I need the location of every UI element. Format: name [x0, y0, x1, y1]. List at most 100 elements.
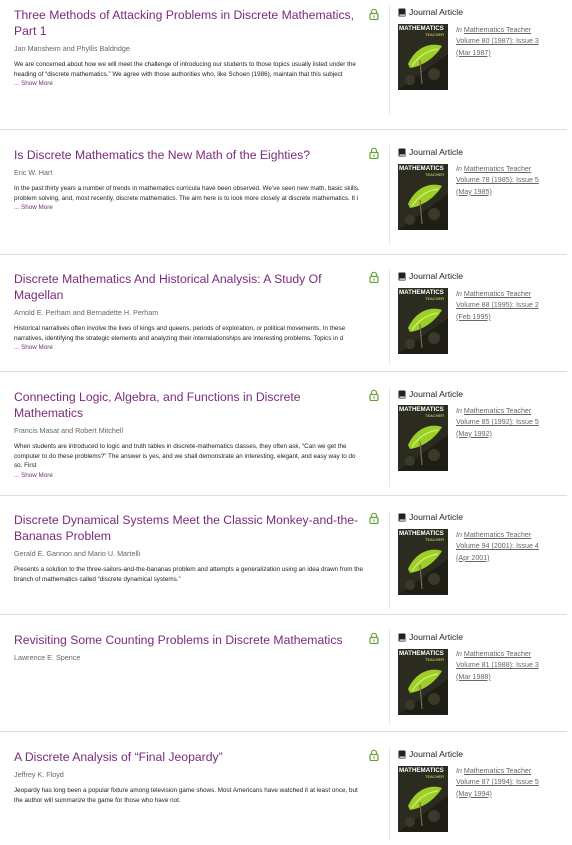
cover-subtitle: TEACHER	[425, 657, 445, 662]
content-type-label: Journal Article	[409, 512, 463, 522]
issue-date-link[interactable]: (May 1992)	[456, 430, 492, 438]
journal-cover-image[interactable]: MATHEMATICS TEACHER	[398, 164, 448, 230]
issue-date-link[interactable]: (Feb 1995)	[456, 313, 491, 321]
journal-cover-image[interactable]: MATHEMATICS TEACHER	[398, 24, 448, 90]
issue-link[interactable]: Volume 88 (1995): Issue 2	[456, 301, 539, 309]
show-more-link[interactable]: ... Show More	[14, 343, 364, 352]
issue-link[interactable]: Volume 80 (1987): Issue 3	[456, 37, 539, 45]
journal-link[interactable]: Mathematics Teacher	[464, 26, 531, 34]
result-item: Discrete Mathematics And Historical Anal…	[0, 256, 567, 372]
cover-subtitle: TEACHER	[425, 413, 445, 418]
journal-cover-image[interactable]: MATHEMATICS TEACHER	[398, 288, 448, 354]
cover-title: MATHEMATICS	[399, 650, 444, 657]
content-type-label: Journal Article	[409, 147, 463, 157]
book-icon	[398, 148, 406, 156]
issue-date-link[interactable]: (May 1994)	[456, 790, 492, 798]
result-title[interactable]: Three Methods of Attacking Problems in D…	[14, 7, 364, 39]
result-title[interactable]: Is Discrete Mathematics the New Math of …	[14, 147, 364, 163]
result-item: A Discrete Analysis of “Final Jeopardy” …	[0, 733, 567, 845]
content-type: Journal Article	[398, 512, 463, 522]
issue-link[interactable]: Volume 87 (1994): Issue 5	[456, 778, 539, 786]
content-type-label: Journal Article	[409, 389, 463, 399]
result-title[interactable]: Revisiting Some Counting Problems in Dis…	[14, 632, 364, 648]
cover-subtitle: TEACHER	[425, 296, 445, 301]
result-item: Three Methods of Attacking Problems in D…	[0, 0, 567, 130]
content-type: Journal Article	[398, 749, 463, 759]
result-abstract: In the past thirty years a number of tre…	[14, 185, 360, 202]
journal-link[interactable]: Mathematics Teacher	[464, 767, 531, 775]
journal-cover-image[interactable]: MATHEMATICS TEACHER	[398, 649, 448, 715]
journal-link[interactable]: Mathematics Teacher	[464, 531, 531, 539]
result-authors: Lawrence E. Spence	[14, 653, 81, 662]
journal-link[interactable]: Mathematics Teacher	[464, 165, 531, 173]
result-abstract: We are concerned about how we will meet …	[14, 61, 356, 78]
in-label: In	[456, 650, 462, 658]
issue-link[interactable]: Volume 78 (1985): Issue 5	[456, 176, 539, 184]
content-type-label: Journal Article	[409, 749, 463, 759]
content-type: Journal Article	[398, 271, 463, 281]
journal-cover-image[interactable]: MATHEMATICS TEACHER	[398, 529, 448, 595]
cover-subtitle: TEACHER	[425, 172, 445, 177]
lock-icon	[369, 512, 379, 524]
book-icon	[398, 633, 406, 641]
cover-title: MATHEMATICS	[399, 767, 444, 774]
lock-icon	[369, 389, 379, 401]
publication-meta: In Mathematics Teacher Volume 87 (1994):…	[456, 766, 566, 800]
journal-cover-image[interactable]: MATHEMATICS TEACHER	[398, 405, 448, 471]
issue-date-link[interactable]: (Mar 1988)	[456, 673, 491, 681]
cover-subtitle: TEACHER	[425, 537, 445, 542]
result-title[interactable]: Discrete Dynamical Systems Meet the Clas…	[14, 512, 364, 544]
publication-meta: In Mathematics Teacher Volume 85 (1992):…	[456, 406, 566, 440]
in-label: In	[456, 165, 462, 173]
cover-title: MATHEMATICS	[399, 25, 444, 32]
show-more-link[interactable]: ... Show More	[14, 203, 364, 212]
journal-cover-image[interactable]: MATHEMATICS TEACHER	[398, 766, 448, 832]
result-title[interactable]: Connecting Logic, Algebra, and Functions…	[14, 389, 364, 421]
in-label: In	[456, 290, 462, 298]
show-more-link[interactable]: ... Show More	[14, 79, 364, 88]
in-label: In	[456, 531, 462, 539]
cover-title: MATHEMATICS	[399, 165, 444, 172]
book-icon	[398, 750, 406, 758]
result-authors: Eric W. Hart	[14, 168, 53, 177]
result-item: Discrete Dynamical Systems Meet the Clas…	[0, 497, 567, 615]
journal-link[interactable]: Mathematics Teacher	[464, 407, 531, 415]
cover-title: MATHEMATICS	[399, 530, 444, 537]
lock-icon	[369, 271, 379, 283]
journal-link[interactable]: Mathematics Teacher	[464, 650, 531, 658]
cover-subtitle: TEACHER	[425, 32, 445, 37]
issue-date-link[interactable]: (Mar 1987)	[456, 49, 491, 57]
issue-link[interactable]: Volume 81 (1988): Issue 3	[456, 661, 539, 669]
content-type-label: Journal Article	[409, 7, 463, 17]
lock-icon	[369, 8, 379, 20]
show-more-link[interactable]: ... Show More	[14, 471, 364, 480]
cover-title: MATHEMATICS	[399, 406, 444, 413]
issue-link[interactable]: Volume 94 (2001): Issue 4	[456, 542, 539, 550]
result-abstract: Presents a solution to the three-sailors…	[14, 566, 363, 583]
issue-date-link[interactable]: (Apr 2001)	[456, 554, 490, 562]
issue-date-link[interactable]: (May 1985)	[456, 188, 492, 196]
cover-title: MATHEMATICS	[399, 289, 444, 296]
issue-link[interactable]: Volume 85 (1992): Issue 5	[456, 418, 539, 426]
content-type: Journal Article	[398, 7, 463, 17]
book-icon	[398, 272, 406, 280]
result-authors: Jan Mansheim and Phyllis Baldridge	[14, 44, 130, 53]
publication-meta: In Mathematics Teacher Volume 94 (2001):…	[456, 530, 566, 564]
result-abstract: Historical narratives often involve the …	[14, 325, 346, 342]
content-type-label: Journal Article	[409, 271, 463, 281]
publication-meta: In Mathematics Teacher Volume 78 (1985):…	[456, 164, 566, 198]
result-item: Is Discrete Mathematics the New Math of …	[0, 131, 567, 255]
in-label: In	[456, 407, 462, 415]
result-authors: Jeffrey K. Floyd	[14, 770, 64, 779]
book-icon	[398, 513, 406, 521]
in-label: In	[456, 767, 462, 775]
result-title[interactable]: Discrete Mathematics And Historical Anal…	[14, 271, 364, 303]
result-authors: Arnold E. Perham and Bernadette H. Perha…	[14, 308, 159, 317]
result-authors: Francis Masat and Robert Mitchell	[14, 426, 124, 435]
content-type: Journal Article	[398, 389, 463, 399]
publication-meta: In Mathematics Teacher Volume 80 (1987):…	[456, 25, 566, 59]
result-abstract: Jeopardy has long been a popular fixture…	[14, 787, 358, 804]
publication-meta: In Mathematics Teacher Volume 88 (1995):…	[456, 289, 566, 323]
journal-link[interactable]: Mathematics Teacher	[464, 290, 531, 298]
result-title[interactable]: A Discrete Analysis of “Final Jeopardy”	[14, 749, 364, 765]
